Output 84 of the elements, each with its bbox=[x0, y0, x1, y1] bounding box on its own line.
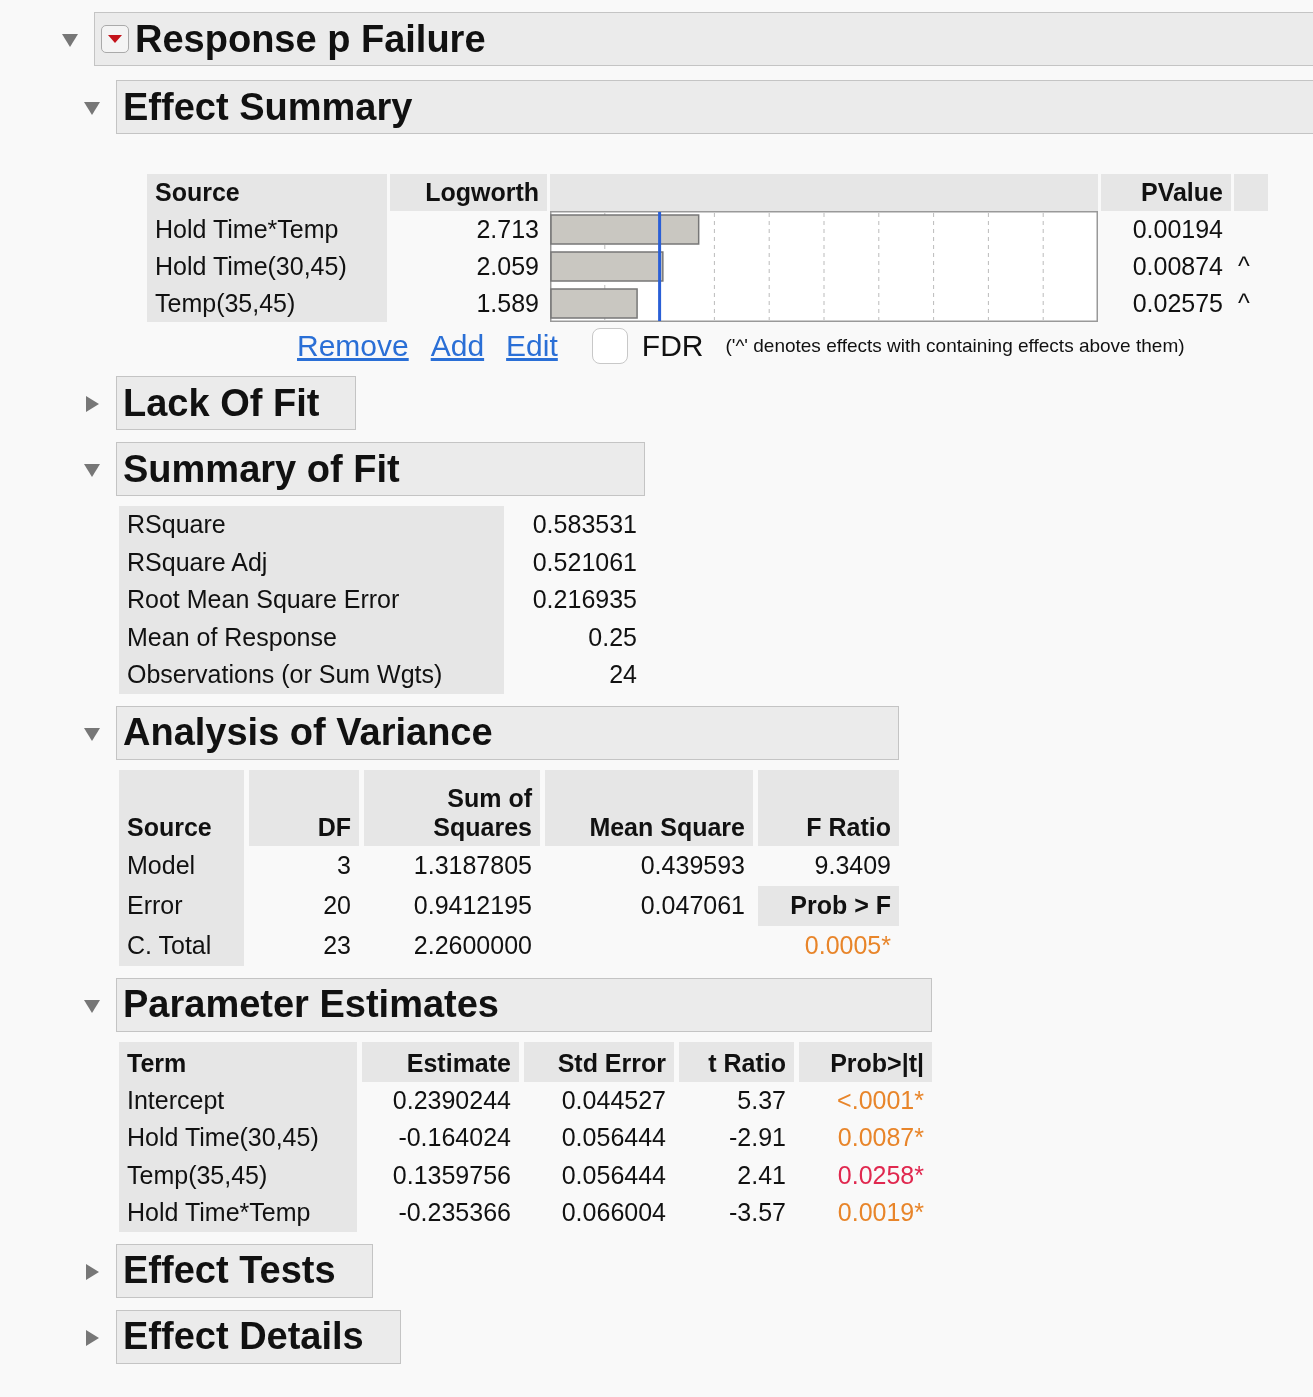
footnote: ('^' denotes effects with containing effects above them) bbox=[725, 335, 1185, 357]
table-cell-text: 2.713 bbox=[475, 214, 540, 245]
table-cell-text: 0.00194 bbox=[1131, 214, 1224, 245]
table-cell-text: ^ bbox=[1237, 288, 1251, 319]
section-header[interactable]: Parameter Estimates bbox=[116, 977, 932, 1032]
table-cell-text: 0.00874 bbox=[1131, 251, 1224, 282]
table-cell-text: 0.583531 bbox=[531, 509, 638, 541]
report-title: Response p Failure bbox=[135, 17, 486, 61]
row-label: RSquare bbox=[119, 506, 504, 544]
row-label: Error bbox=[119, 885, 244, 926]
table-cell-text: 0.056444 bbox=[560, 1122, 667, 1154]
table-cell-text: 0.066004 bbox=[560, 1197, 667, 1229]
row-label: Hold Time*Temp bbox=[119, 1194, 357, 1232]
column-header: Sum of Squares bbox=[364, 769, 540, 846]
checkbox-label: FDR bbox=[641, 329, 704, 363]
column-header: Term bbox=[119, 1041, 357, 1082]
column-header: F Ratio bbox=[758, 769, 899, 846]
row-label: Model bbox=[119, 845, 244, 886]
section-header[interactable]: Effect Tests bbox=[116, 1243, 373, 1298]
table-cell-text: 3 bbox=[336, 850, 352, 881]
row-label: Hold Time(30,45) bbox=[119, 1119, 357, 1157]
table-cell-text: 1.589 bbox=[475, 288, 540, 319]
action-link[interactable]: Add bbox=[430, 329, 485, 363]
table-cell-text: 9.3409 bbox=[813, 850, 892, 881]
row-label: Hold Time*Temp bbox=[147, 211, 387, 248]
table-cell-text: 2.41 bbox=[736, 1159, 787, 1191]
table-cell-text: 24 bbox=[608, 659, 638, 691]
table-cell-text: 2.2600000 bbox=[412, 930, 533, 961]
table-cell-text: 23 bbox=[322, 930, 352, 961]
table-cell-text: 0.2390244 bbox=[391, 1084, 512, 1116]
column-header: Mean Square bbox=[545, 769, 753, 846]
triangle-icon bbox=[107, 33, 123, 45]
table-cell-text: -0.164024 bbox=[397, 1122, 512, 1154]
table-cell-text: 0.9412195 bbox=[412, 890, 533, 921]
table-cell-text: 0.044527 bbox=[560, 1084, 667, 1116]
table-cell-text: 0.02575 bbox=[1131, 288, 1224, 319]
table-cell-text: -0.235366 bbox=[397, 1197, 512, 1229]
column-header: PValue bbox=[1101, 174, 1231, 211]
table-cell-text: 0.439593 bbox=[639, 850, 746, 881]
p-value: <.0001* bbox=[836, 1084, 925, 1116]
row-label: Root Mean Square Error bbox=[119, 581, 504, 619]
row-label: Observations (or Sum Wgts) bbox=[119, 656, 504, 694]
table-cell-text: 1.3187805 bbox=[412, 850, 533, 881]
action-link[interactable]: Remove bbox=[297, 329, 409, 363]
row-label: Intercept bbox=[119, 1081, 357, 1119]
p-value: 0.0087* bbox=[836, 1122, 925, 1154]
p-value: 0.0258* bbox=[836, 1159, 925, 1191]
table-cell-text: 0.1359756 bbox=[391, 1159, 512, 1191]
table-cell-text: 0.047061 bbox=[639, 890, 746, 921]
column-header: Source bbox=[147, 174, 387, 211]
section-header[interactable]: Lack Of Fit bbox=[116, 376, 357, 430]
row-label: Mean of Response bbox=[119, 618, 504, 656]
p-value: 0.0019* bbox=[836, 1197, 925, 1229]
column-header: DF bbox=[249, 769, 359, 846]
column-header: Prob>|t| bbox=[799, 1041, 932, 1082]
table-cell-text: 0.216935 bbox=[531, 584, 638, 616]
column-header: Std Error bbox=[524, 1041, 674, 1082]
action-link[interactable]: Edit bbox=[506, 329, 558, 363]
row-label: C. Total bbox=[119, 925, 244, 966]
table-cell-text: -2.91 bbox=[728, 1122, 787, 1154]
column-header: t Ratio bbox=[679, 1041, 794, 1082]
row-label: Temp(35,45) bbox=[147, 285, 387, 322]
row-label: RSquare Adj bbox=[119, 543, 504, 581]
table-cell-text: 20 bbox=[322, 890, 352, 921]
menu-button[interactable] bbox=[101, 25, 129, 53]
row-label: Hold Time(30,45) bbox=[147, 248, 387, 285]
table-cell-text: 0.056444 bbox=[560, 1159, 667, 1191]
section-header[interactable]: Effect Summary bbox=[116, 80, 1313, 134]
checkbox[interactable] bbox=[591, 328, 628, 364]
table-cell-text: 0.521061 bbox=[531, 546, 638, 578]
section-header[interactable]: Summary of Fit bbox=[116, 442, 645, 496]
table-cell-text: ^ bbox=[1237, 251, 1251, 282]
row-label: Temp(35,45) bbox=[119, 1156, 357, 1194]
table-cell-text: 0.25 bbox=[587, 621, 638, 653]
table-cell-text: 2.059 bbox=[475, 251, 540, 282]
column-header: Estimate bbox=[362, 1041, 519, 1082]
column-header: Source bbox=[119, 769, 244, 846]
section-header[interactable]: Analysis of Variance bbox=[116, 705, 899, 760]
section-header[interactable]: Effect Details bbox=[116, 1309, 401, 1364]
p-value: 0.0005* bbox=[803, 930, 892, 961]
row-header: Prob > F bbox=[758, 885, 899, 926]
column-header: Logworth bbox=[390, 174, 547, 211]
table-cell-text: 5.37 bbox=[736, 1084, 787, 1116]
table-cell-text: -3.57 bbox=[728, 1197, 787, 1229]
